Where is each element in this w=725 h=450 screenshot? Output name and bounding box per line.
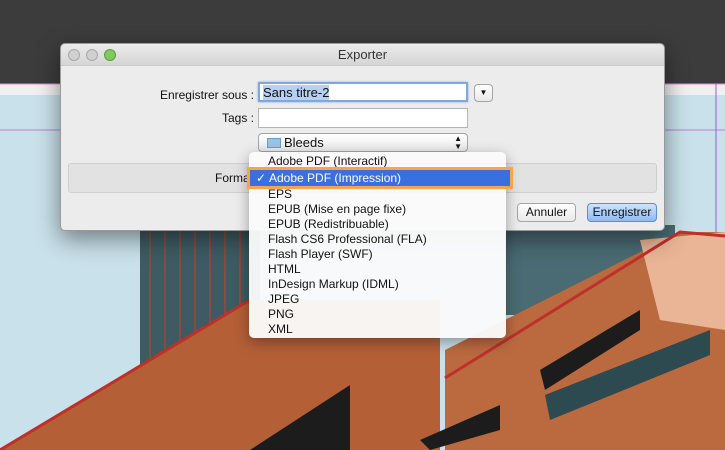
close-button[interactable] bbox=[68, 49, 80, 61]
menu-item[interactable]: HTML bbox=[249, 262, 506, 277]
menu-item[interactable]: JPEG bbox=[249, 292, 506, 307]
save-as-value: Sans titre-2 bbox=[263, 85, 330, 100]
updown-arrows-icon: ▲ ▼ bbox=[454, 134, 462, 151]
checkmark-icon: ✓ bbox=[256, 171, 267, 185]
save-as-label: Enregistrer sous : bbox=[159, 88, 254, 102]
menu-item[interactable]: InDesign Markup (IDML) bbox=[249, 277, 506, 292]
expand-dialog-button[interactable]: ▼ bbox=[474, 84, 493, 102]
save-button[interactable]: Enregistrer bbox=[587, 203, 657, 222]
format-dropdown-menu[interactable]: Adobe PDF (Interactif) ✓ Adobe PDF (Impre… bbox=[247, 152, 513, 338]
menu-item-label: Adobe PDF (Impression) bbox=[269, 171, 402, 185]
zoom-button[interactable] bbox=[104, 49, 116, 61]
save-as-input[interactable]: Sans titre-2 bbox=[258, 82, 468, 102]
chevron-down-icon: ▼ bbox=[479, 88, 488, 97]
menu-item[interactable]: XML bbox=[249, 322, 506, 337]
tags-input[interactable] bbox=[258, 108, 468, 128]
menu-item[interactable]: Adobe PDF (Interactif) bbox=[249, 154, 506, 169]
location-popup[interactable]: Bleeds ▲ ▼ bbox=[258, 133, 468, 152]
format-label: Format bbox=[215, 171, 254, 185]
dialog-title: Exporter bbox=[337, 47, 388, 62]
menu-item[interactable]: EPUB (Mise en page fixe) bbox=[249, 202, 506, 217]
tags-label: Tags : bbox=[221, 111, 254, 125]
menu-item[interactable]: EPS bbox=[249, 187, 506, 202]
cancel-button[interactable]: Annuler bbox=[517, 203, 576, 222]
menu-item[interactable]: EPUB (Redistribuable) bbox=[249, 217, 506, 232]
menu-item[interactable]: PNG bbox=[249, 307, 506, 322]
location-value: Bleeds bbox=[284, 135, 324, 150]
title-bar[interactable]: Exporter bbox=[61, 44, 664, 66]
menu-item-selected[interactable]: ✓ Adobe PDF (Impression) bbox=[247, 167, 513, 189]
menu-item[interactable]: Flash Player (SWF) bbox=[249, 247, 506, 262]
minimize-button[interactable] bbox=[86, 49, 98, 61]
folder-icon bbox=[267, 138, 281, 148]
menu-item[interactable]: Flash CS6 Professional (FLA) bbox=[249, 232, 506, 247]
